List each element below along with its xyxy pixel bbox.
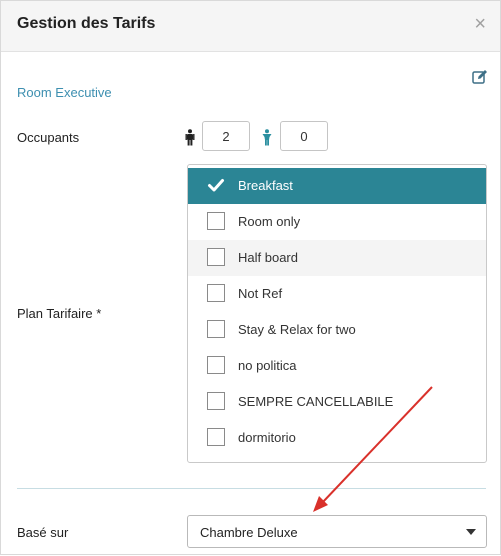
checkbox[interactable] (207, 176, 225, 194)
plan-item-label: no politica (238, 358, 297, 373)
plan-item-label: SEMPRE CANCELLABILE (238, 394, 394, 409)
rate-plan-list[interactable]: Breakfast Room only Half board Not Ref S… (187, 164, 487, 463)
plan-item-not-ref[interactable]: Not Ref (188, 276, 486, 312)
plan-item-stay-relax[interactable]: Stay & Relax for two (188, 312, 486, 348)
room-name: Room Executive (17, 85, 112, 100)
checkbox[interactable] (207, 428, 225, 446)
plan-item-no-politica[interactable]: no politica (188, 348, 486, 384)
plan-item-label: dormitorio (238, 430, 296, 445)
section-divider (17, 488, 486, 489)
plan-item-room-only[interactable]: Room only (188, 204, 486, 240)
checkbox[interactable] (207, 248, 225, 266)
adult-icon (185, 129, 195, 146)
based-on-label: Basé sur (17, 525, 69, 540)
checkbox[interactable] (207, 320, 225, 338)
rate-management-modal: Gestion des Tarifs × Room Executive Occu… (0, 0, 501, 555)
check-icon (208, 179, 224, 192)
checkbox[interactable] (207, 284, 225, 302)
plan-item-label: Stay & Relax for two (238, 322, 356, 337)
modal-title: Gestion des Tarifs (17, 15, 156, 32)
checkbox[interactable] (207, 212, 225, 230)
children-input[interactable] (280, 121, 328, 151)
adults-input[interactable] (202, 121, 250, 151)
plan-item-breakfast[interactable]: Breakfast (188, 168, 486, 204)
edit-icon[interactable] (472, 69, 488, 85)
plan-item-dormitorio[interactable]: dormitorio (188, 420, 486, 456)
modal-header: Gestion des Tarifs × (1, 1, 500, 52)
plan-item-sempre-cancellabile[interactable]: SEMPRE CANCELLABILE (188, 384, 486, 420)
plan-item-label: Not Ref (238, 286, 283, 301)
plan-item-label: Room only (238, 214, 301, 229)
based-on-select[interactable]: Chambre Deluxe (187, 515, 487, 548)
plan-item-label: Half board (238, 250, 298, 265)
occupants-label: Occupants (17, 130, 80, 145)
caret-down-icon[interactable] (466, 529, 476, 535)
plan-item-half-board[interactable]: Half board (188, 240, 486, 276)
plan-item-label: Breakfast (238, 178, 293, 193)
based-on-value: Chambre Deluxe (200, 525, 298, 540)
child-icon (262, 129, 272, 146)
close-icon[interactable]: × (474, 14, 486, 34)
checkbox[interactable] (207, 356, 225, 374)
rate-plan-label: Plan Tarifaire * (17, 306, 102, 321)
checkbox[interactable] (207, 392, 225, 410)
